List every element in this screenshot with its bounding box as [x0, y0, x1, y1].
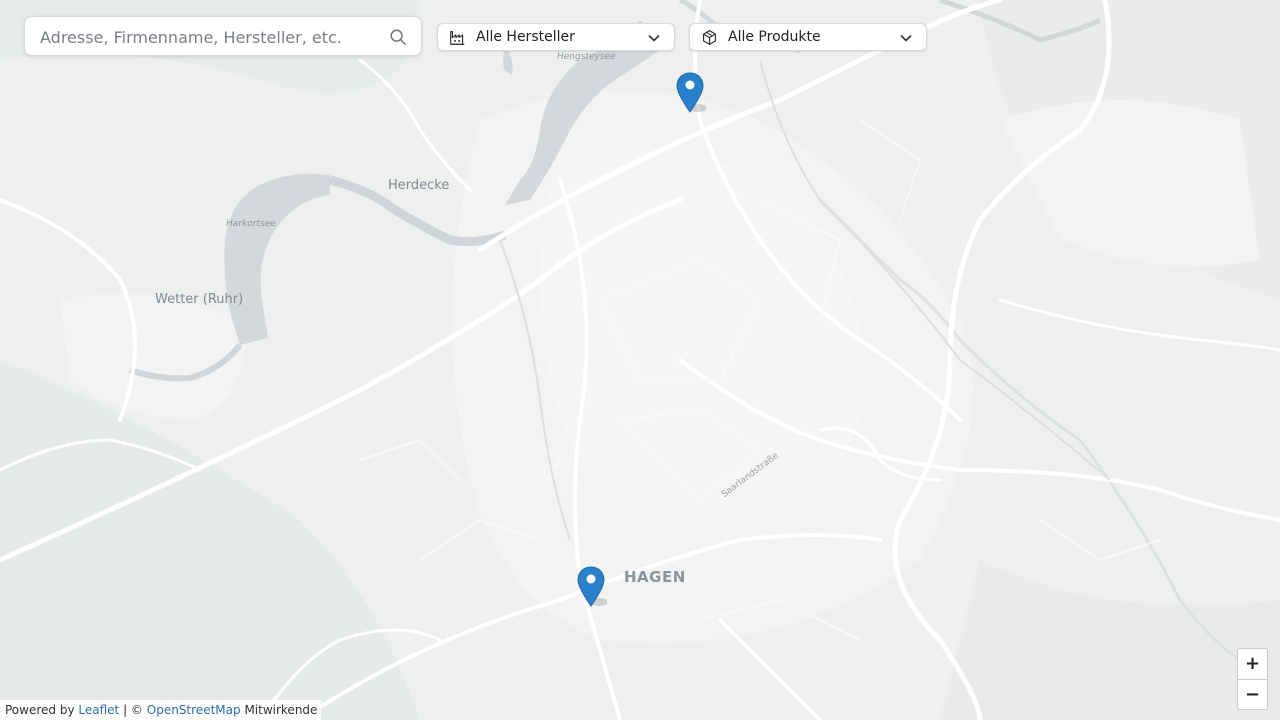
- zoom-in-button[interactable]: +: [1238, 649, 1267, 680]
- map-pin-icon: [577, 566, 608, 607]
- place-label-hagen: HAGEN: [624, 568, 686, 586]
- map-pin-icon: [676, 72, 707, 113]
- attribution-prefix: Powered by: [5, 703, 75, 717]
- search-input[interactable]: [40, 26, 380, 48]
- zoom-out-button[interactable]: −: [1238, 680, 1267, 710]
- place-label-harkortsee: Harkortsee: [226, 219, 276, 229]
- zoom-control: + −: [1237, 648, 1268, 710]
- box-icon: [702, 30, 717, 45]
- search-icon[interactable]: [389, 28, 407, 46]
- manufacturer-filter-label: Alle Hersteller: [476, 29, 575, 45]
- map-marker[interactable]: [577, 566, 608, 608]
- factory-icon: [450, 30, 465, 45]
- map-marker[interactable]: [676, 72, 707, 114]
- chevron-down-icon: [900, 35, 912, 42]
- place-label-hengsteysee: Hengsteysee: [557, 52, 616, 62]
- openstreetmap-link[interactable]: OpenStreetMap: [147, 703, 241, 717]
- manufacturer-filter-dropdown[interactable]: Alle Hersteller: [437, 23, 675, 51]
- chevron-down-icon: [648, 35, 660, 42]
- product-filter-label: Alle Produkte: [728, 29, 821, 45]
- product-filter-dropdown[interactable]: Alle Produkte: [689, 23, 927, 51]
- leaflet-link[interactable]: Leaflet: [78, 703, 119, 717]
- place-label-herdecke: Herdecke: [388, 178, 450, 193]
- search-box: [24, 16, 422, 56]
- map-tiles: [0, 0, 1280, 720]
- place-label-wetter: Wetter (Ruhr): [155, 292, 244, 307]
- map[interactable]: Hengsteysee Herdecke Harkortsee Wetter (…: [0, 0, 1280, 720]
- map-attribution: Powered by Leaflet | © OpenStreetMap Mit…: [0, 700, 322, 720]
- attribution-suffix: Mitwirkende: [244, 703, 318, 717]
- attribution-separator: | ©: [123, 703, 143, 717]
